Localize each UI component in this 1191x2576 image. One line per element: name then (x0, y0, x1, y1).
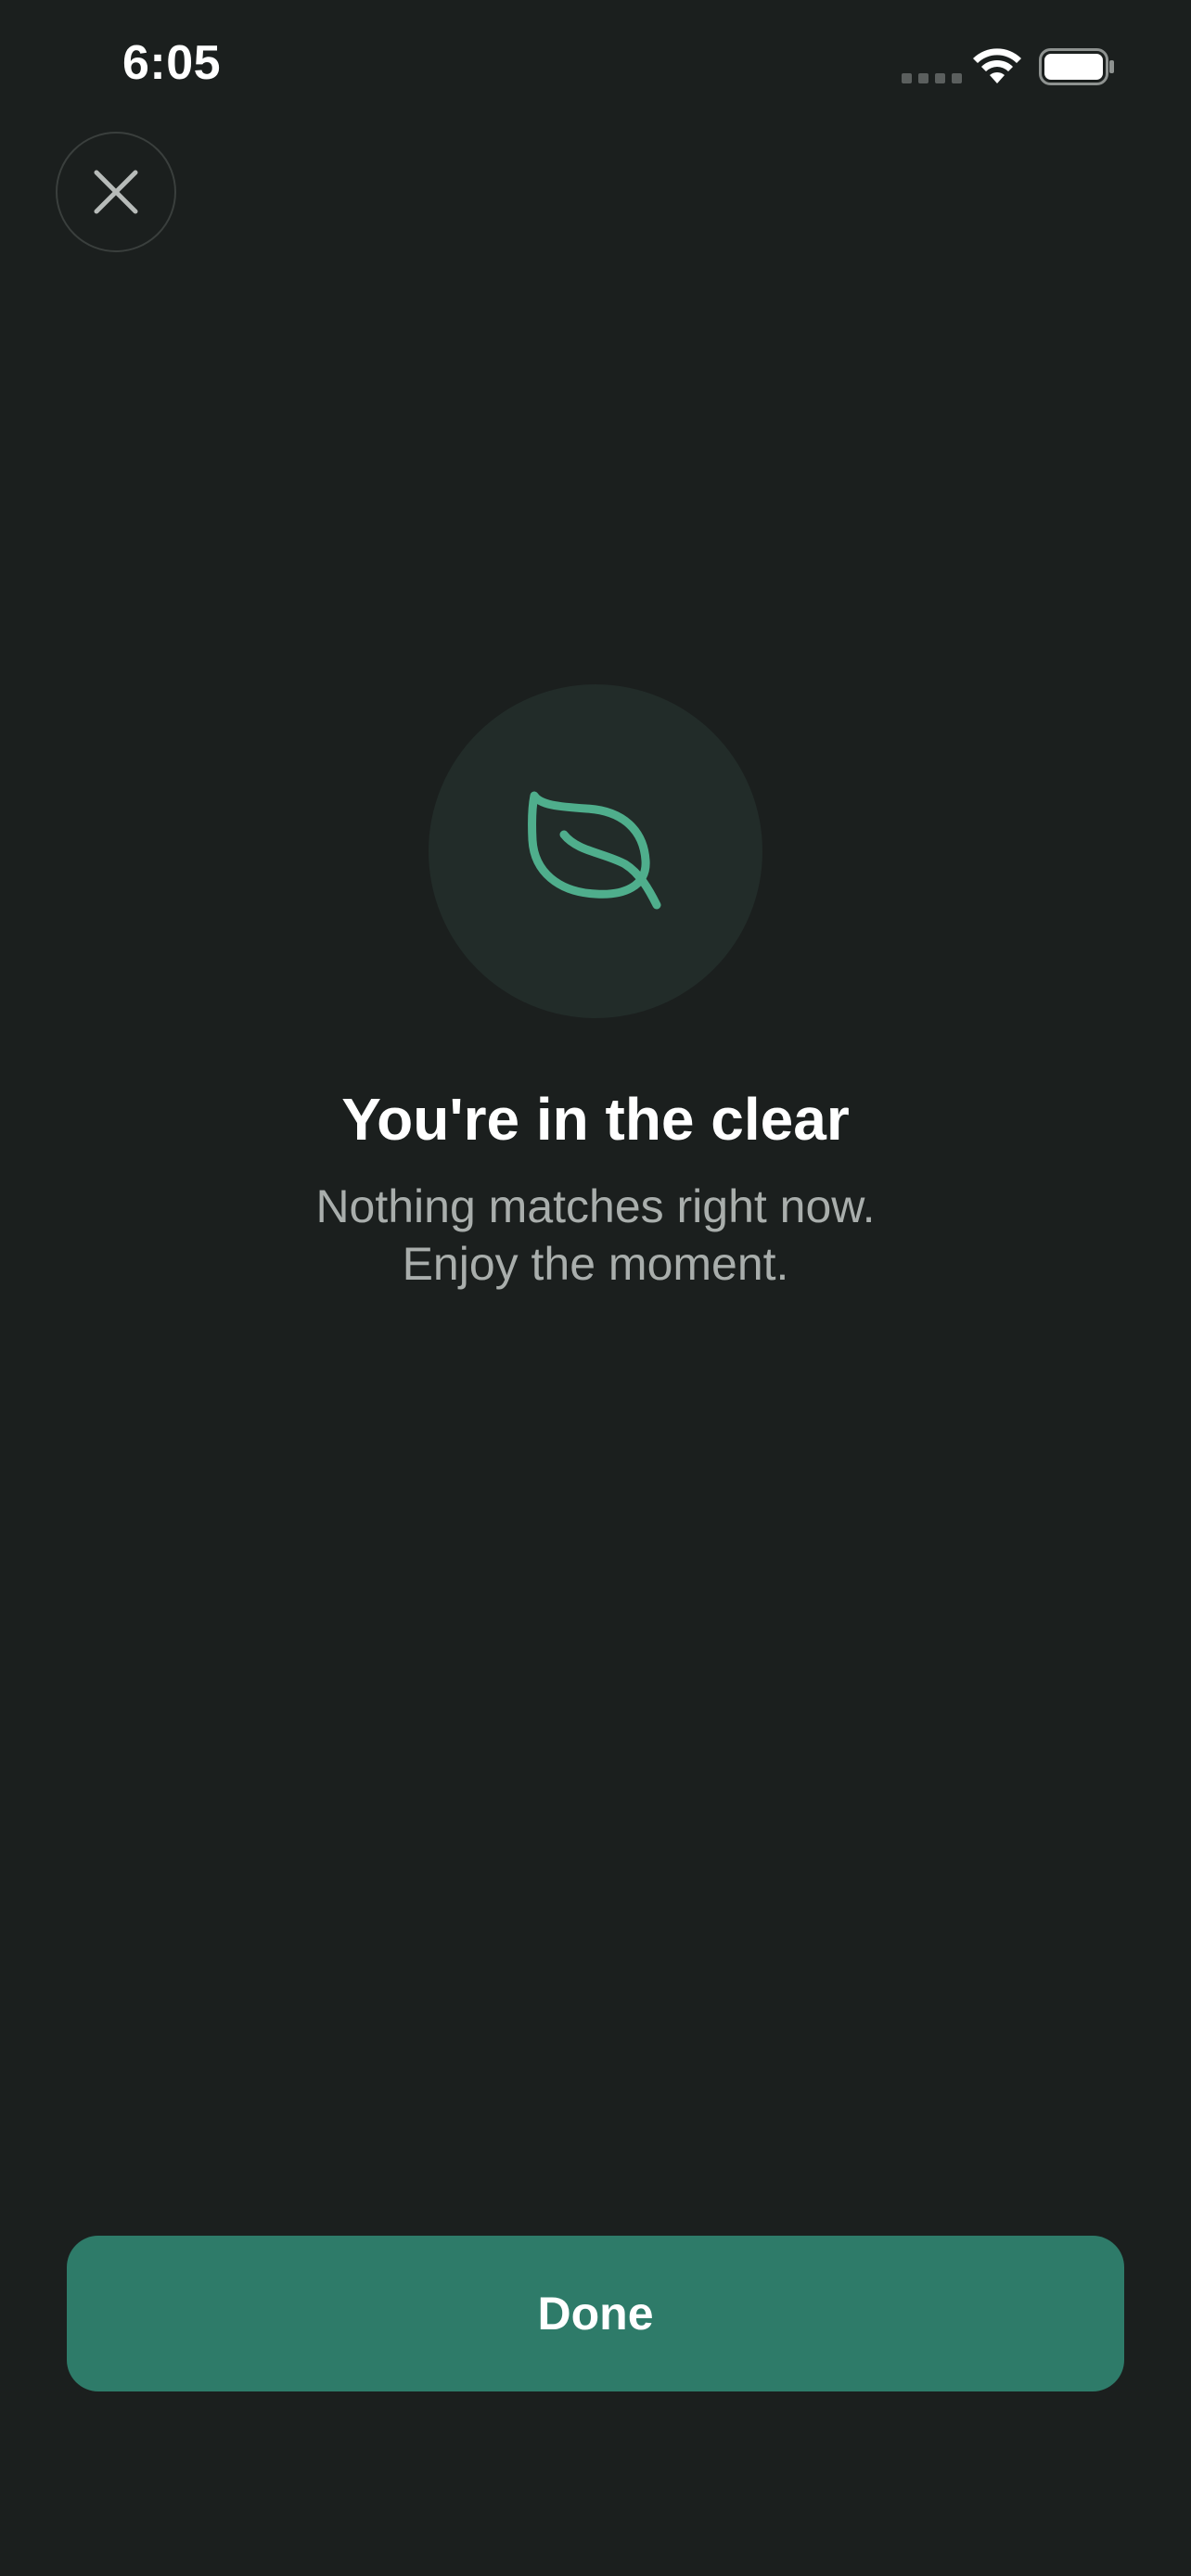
done-button[interactable]: Done (67, 2236, 1124, 2391)
empty-state-screen: 6:05 You're in the clear Nothing matches… (0, 0, 1191, 2576)
close-button[interactable] (56, 132, 176, 252)
close-icon (94, 170, 138, 214)
leaf-icon (528, 791, 661, 910)
wifi-icon (973, 48, 1021, 83)
battery-icon (1039, 48, 1114, 85)
empty-state-title: You're in the clear (341, 1086, 850, 1153)
status-time: 6:05 (122, 36, 222, 90)
empty-state-subtitle-line1: Nothing matches right now. (315, 1180, 876, 1232)
empty-state-subtitle-line2: Enjoy the moment. (402, 1238, 789, 1290)
cellular-signal-icon (902, 73, 962, 83)
leaf-icon-badge (429, 684, 762, 1018)
